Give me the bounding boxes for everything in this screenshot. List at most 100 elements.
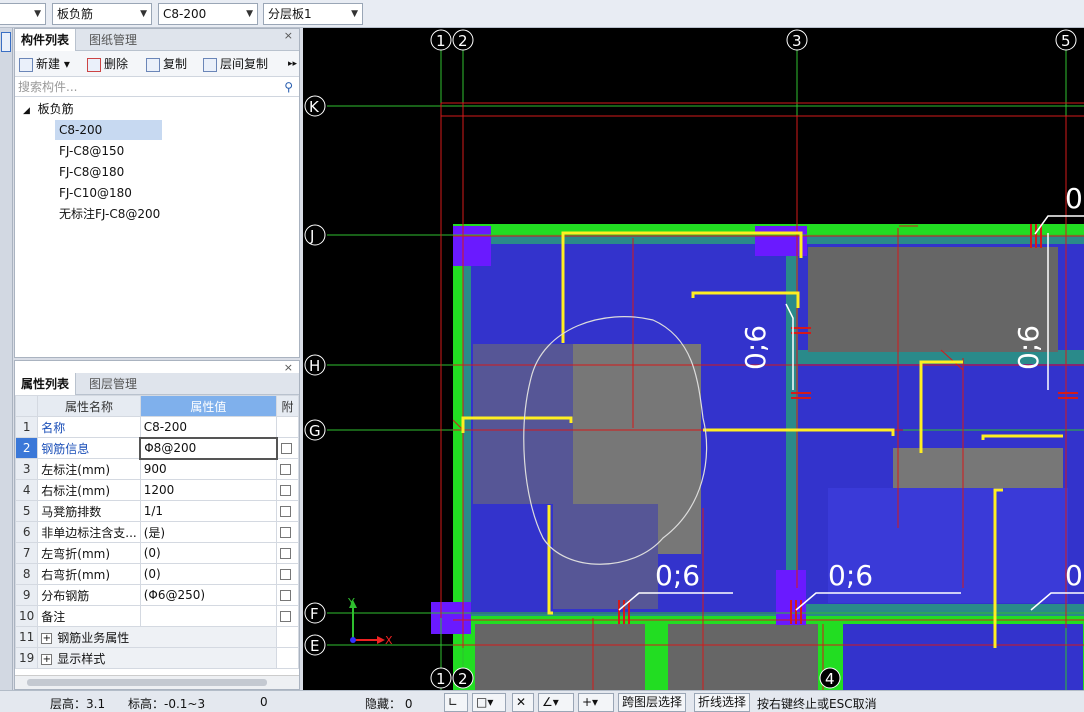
checkbox[interactable] <box>280 506 292 517</box>
gray-zone <box>475 624 645 690</box>
table-row[interactable]: 10 备注 <box>15 605 299 627</box>
status-bar: 层高：3.1 标高：-0.1~3 0 隐藏： 0 ∟ □▾ ✕ ∠▾ +▾ 跨图… <box>0 690 1084 712</box>
tab-layer-management[interactable]: 图层管理 <box>83 373 143 395</box>
checkbox[interactable] <box>280 464 292 475</box>
new-button[interactable]: 新建 ▾ <box>19 55 70 73</box>
expand-icon[interactable]: + <box>41 632 53 644</box>
offset-icon[interactable]: +▾ <box>578 693 614 712</box>
svg-text:H: H <box>309 357 320 375</box>
top-toolbar: ▼ 板负筋 ▼ C8-200 ▼ 分层板1 ▼ <box>0 0 1084 28</box>
search-icon[interactable]: ⚲ <box>284 77 293 97</box>
layer-select[interactable]: 分层板1 ▼ <box>263 3 363 25</box>
svg-text:J: J <box>309 227 314 245</box>
component-select[interactable]: C8-200 ▼ <box>158 3 258 25</box>
component-type-select[interactable]: 板负筋 ▼ <box>52 3 152 25</box>
column-header-value: 属性值 <box>139 395 278 417</box>
component-toolbar: 新建 ▾ 删除 复制 层间复制 ▸▸ <box>15 51 299 77</box>
svg-text:K: K <box>309 98 320 116</box>
table-row[interactable]: 1 名称 C8-200 <box>15 416 299 438</box>
checkbox[interactable] <box>280 548 292 559</box>
gray-zone <box>893 448 1063 488</box>
table-row[interactable]: 8 右弯折(mm) (0) <box>15 563 299 585</box>
table-row[interactable]: 5 马凳筋排数 1/1 <box>15 500 299 522</box>
checkbox[interactable] <box>280 590 292 601</box>
elevation: 标高：-0.1~3 <box>128 697 206 711</box>
chevron-down-icon: ▼ <box>246 9 253 19</box>
tab-property-list[interactable]: 属性列表 <box>15 373 77 396</box>
rebar-info-input[interactable]: Φ8@200 <box>139 436 278 460</box>
chevron-down-icon: ▼ <box>351 9 358 19</box>
copy-button[interactable]: 复制 <box>146 55 187 73</box>
column-header-name: 属性名称 <box>37 395 141 417</box>
component-list-panel: 构件列表 图纸管理 × 新建 ▾ 删除 复制 层间复制 ▸▸ 搜索构件... ⚲… <box>14 28 300 358</box>
checkbox[interactable] <box>280 527 292 538</box>
property-table: 属性名称 属性值 附 1 名称 C8-200 2 钢筋信息 Φ8@200 3 左标注(mm… <box>15 395 299 669</box>
table-row[interactable]: 7 左弯折(mm) (0) <box>15 542 299 564</box>
close-icon[interactable]: × <box>284 29 293 42</box>
tree-item-c8-200[interactable]: C8-200 <box>55 120 162 140</box>
delete-button[interactable]: 删除 <box>87 55 128 73</box>
more-icon[interactable]: ▸▸ <box>288 55 297 73</box>
floor-height: 层高：3.1 <box>50 697 106 711</box>
table-row[interactable]: 3 左标注(mm) 900 <box>15 458 299 480</box>
table-row[interactable]: 9 分布钢筋 (Φ6@250) <box>15 584 299 606</box>
svg-text:G: G <box>309 422 321 440</box>
checkbox[interactable] <box>280 443 292 454</box>
horizontal-scrollbar[interactable] <box>15 675 299 689</box>
ortho-icon[interactable]: ∟ <box>444 693 468 712</box>
status-zero: 0 <box>260 695 268 709</box>
column <box>755 226 807 256</box>
hidden-count: 隐藏： 0 <box>365 697 413 711</box>
cad-drawing[interactable]: 0;6 0;6 0 0 0;6 0;6 1 2 3 5 K J H G F E … <box>303 28 1084 690</box>
dim-label: 0 <box>1065 559 1083 592</box>
table-row-selected[interactable]: 2 钢筋信息 Φ8@200 <box>15 436 299 460</box>
floor-select[interactable]: ▼ <box>0 3 46 25</box>
cross-layer-select-button[interactable]: 跨图层选择 <box>618 693 687 712</box>
ucs-icon: Y X <box>347 596 393 647</box>
component-panel-tabs: 构件列表 图纸管理 × <box>15 29 299 52</box>
scrollbar-thumb[interactable] <box>27 679 267 686</box>
tree-item[interactable]: FJ-C10@180 <box>59 183 132 203</box>
component-tree: ◢ 板负筋 C8-200 FJ-C8@150 FJ-C8@180 FJ-C10@… <box>15 97 299 337</box>
expand-icon[interactable]: + <box>41 653 53 665</box>
tree-root[interactable]: ◢ 板负筋 <box>23 99 74 119</box>
tree-item[interactable]: 无标注FJ-C8@200 <box>59 204 160 224</box>
snap-icon[interactable]: □▾ <box>472 693 506 712</box>
checkbox[interactable] <box>280 611 292 622</box>
left-dock-strip <box>0 28 13 690</box>
table-row-group[interactable]: 19 + 显示样式 <box>15 647 299 669</box>
column <box>431 602 471 634</box>
chevron-down-icon: ▼ <box>34 9 41 19</box>
checkbox[interactable] <box>280 485 292 496</box>
dim-label: 0;6 <box>828 559 873 592</box>
angle-icon[interactable]: ∠▾ <box>538 693 574 712</box>
search-input[interactable]: 搜索构件... ⚲ <box>15 77 299 97</box>
gray-zone <box>668 624 818 690</box>
svg-text:2: 2 <box>458 670 468 688</box>
dock-tab[interactable] <box>1 32 11 52</box>
new-icon <box>19 57 33 72</box>
close-icon[interactable]: × <box>284 361 293 374</box>
drawing-canvas[interactable]: 0;6 0;6 0 0 0;6 0;6 1 2 3 5 K J H G F E … <box>303 28 1084 690</box>
gray-zone <box>473 344 573 504</box>
tab-drawing-management[interactable]: 图纸管理 <box>83 29 143 51</box>
table-row[interactable]: 4 右标注(mm) 1200 <box>15 479 299 501</box>
svg-text:Y: Y <box>347 596 355 609</box>
floor-copy-button[interactable]: 层间复制 <box>203 55 268 73</box>
tab-component-list[interactable]: 构件列表 <box>15 29 77 52</box>
cross-icon[interactable]: ✕ <box>512 693 534 712</box>
property-list-panel: 属性列表 图层管理 × 属性名称 属性值 附 1 名称 C8-200 2 钢筋信息 Φ8… <box>14 360 300 690</box>
floor-copy-icon <box>203 57 217 72</box>
table-row[interactable]: 6 非单边标注含支... (是) <box>15 521 299 543</box>
svg-text:3: 3 <box>792 32 802 50</box>
table-row-group[interactable]: 11 + 钢筋业务属性 <box>15 626 299 648</box>
tree-item[interactable]: FJ-C8@180 <box>59 162 124 182</box>
collapse-icon[interactable]: ◢ <box>23 106 30 116</box>
svg-text:1: 1 <box>436 670 446 688</box>
checkbox[interactable] <box>280 569 292 580</box>
polyline-select-button[interactable]: 折线选择 <box>694 693 751 712</box>
tree-item[interactable]: FJ-C8@150 <box>59 141 124 161</box>
column-header-attach: 附 <box>276 395 299 417</box>
slab-region <box>843 624 1083 690</box>
dim-label: 0;6 <box>739 325 772 370</box>
